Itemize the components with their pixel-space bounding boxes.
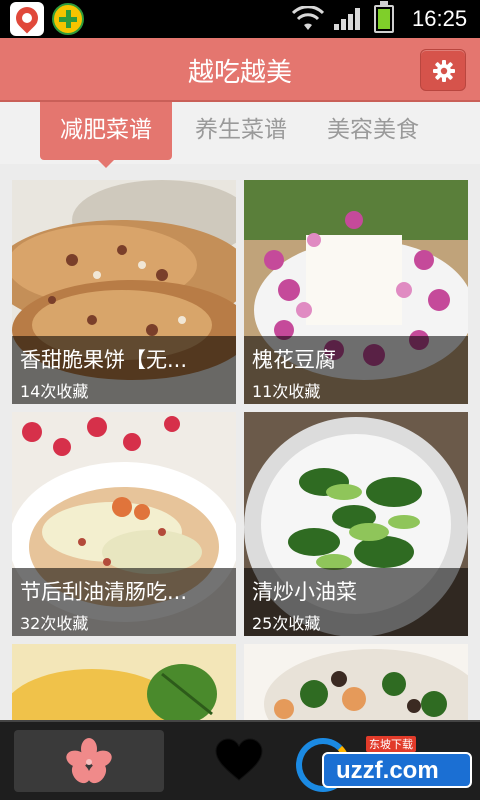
recipe-title: 清炒小油菜 (252, 580, 357, 604)
recipe-card[interactable] (244, 644, 468, 720)
category-tabs: 减肥菜谱 养生菜谱 美容美食 (0, 102, 480, 168)
heart-icon[interactable] (214, 738, 264, 782)
recipe-title: 节后刮油清肠吃... (20, 580, 188, 604)
recipe-card[interactable] (12, 644, 236, 720)
nav-home-button[interactable] (14, 730, 164, 792)
gear-icon (433, 60, 455, 82)
card-caption: 节后刮油清肠吃... 32次收藏 (12, 568, 236, 636)
recipe-title: 香甜脆果饼【无... (20, 348, 188, 372)
card-caption: 槐花豆腐 11次收藏 (244, 336, 468, 404)
recipe-photo (12, 644, 236, 720)
status-time: 16:25 (412, 6, 468, 31)
card-caption: 清炒小油菜 25次收藏 (244, 568, 468, 636)
watermark-logo: uzzf.com 东坡下载 (296, 734, 476, 794)
favorite-count: 32次收藏 (20, 614, 89, 633)
tab-health[interactable]: 养生菜谱 (176, 102, 306, 160)
recipe-card[interactable]: 清炒小油菜 25次收藏 (244, 412, 468, 636)
flower-home-icon (66, 738, 112, 784)
recipe-card[interactable]: 节后刮油清肠吃... 32次收藏 (12, 412, 236, 636)
battery-icon (374, 1, 394, 33)
recipe-card[interactable]: 槐花豆腐 11次收藏 (244, 180, 468, 404)
wifi-icon (292, 6, 324, 30)
app-plus-icon (52, 3, 84, 35)
signal-icon (334, 8, 360, 30)
favorite-count: 11次收藏 (252, 382, 321, 401)
app-pin-icon (10, 2, 44, 36)
status-bar: 16:25 (0, 0, 480, 38)
page-title: 越吃越美 (187, 58, 292, 88)
tab-weight-loss[interactable]: 减肥菜谱 (40, 102, 172, 168)
recipe-card[interactable]: 香甜脆果饼【无... 14次收藏 (12, 180, 236, 404)
recipe-title: 槐花豆腐 (252, 348, 336, 372)
app-header: 越吃越美 (0, 38, 480, 102)
favorite-count: 14次收藏 (20, 382, 89, 401)
recipe-photo (244, 644, 468, 720)
settings-button[interactable] (420, 49, 466, 91)
card-caption: 香甜脆果饼【无... 14次收藏 (12, 336, 236, 404)
tab-beauty[interactable]: 美容美食 (308, 102, 438, 160)
favorite-count: 25次收藏 (252, 614, 321, 633)
